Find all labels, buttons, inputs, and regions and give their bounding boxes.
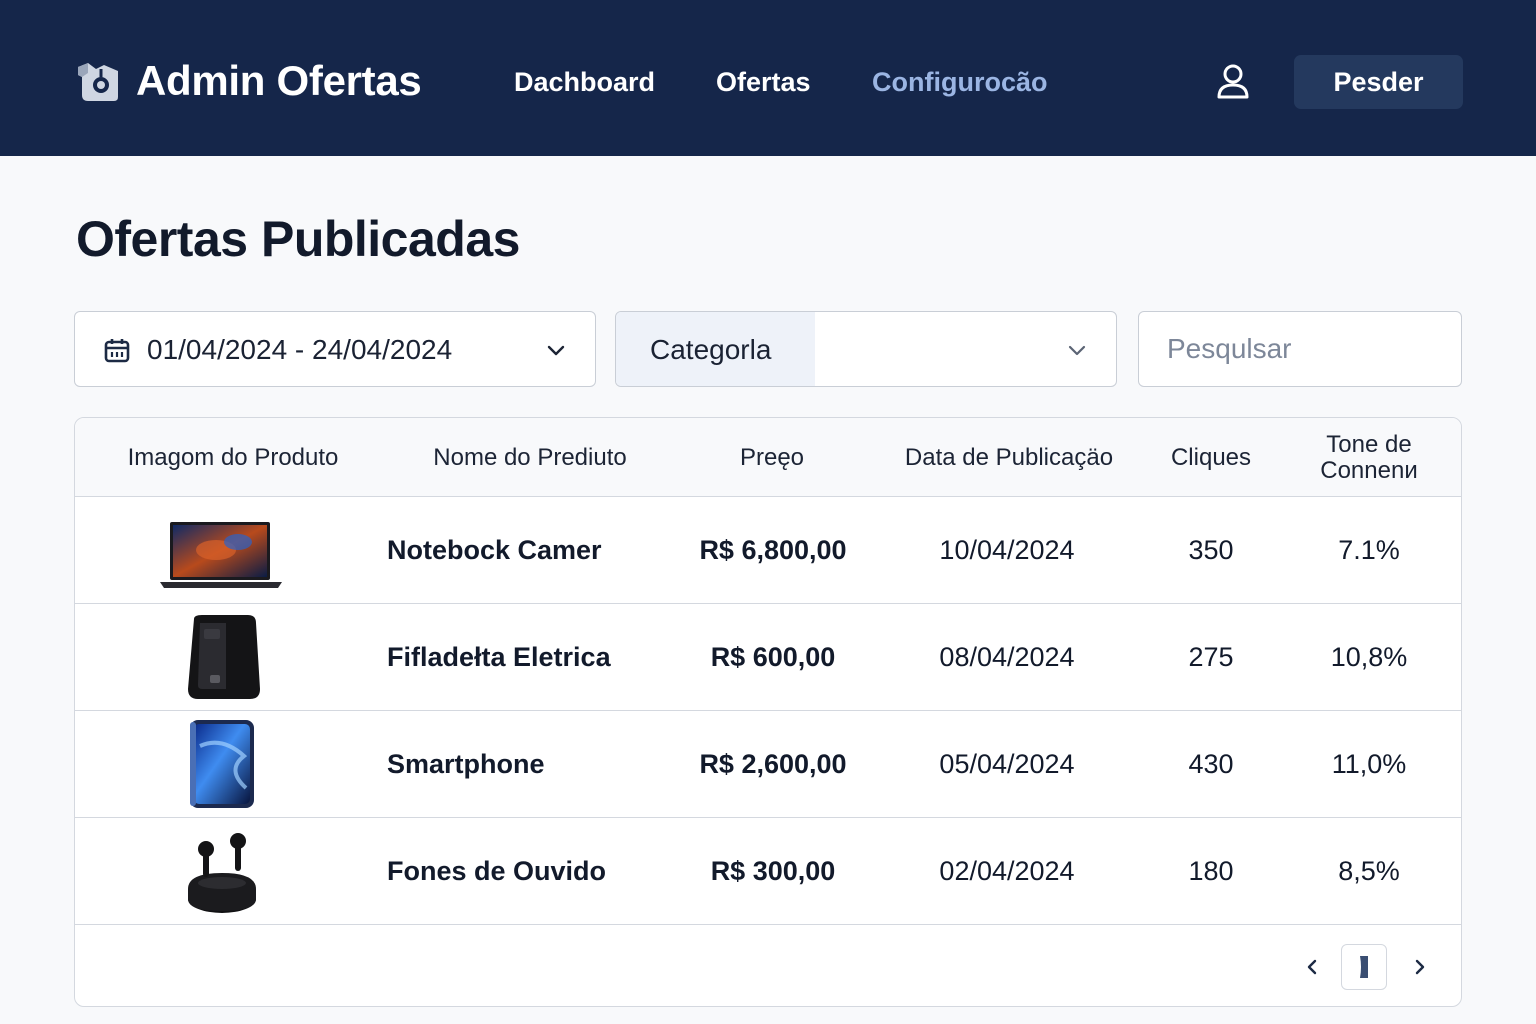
table-row[interactable]: Fifladełta Eletrica R$ 600,00 08/04/2024… (75, 604, 1461, 711)
product-price: R$ 2,600,00 (699, 748, 847, 779)
pagination-next-button[interactable] (1405, 944, 1435, 990)
product-image-cell (95, 711, 347, 817)
category-dropdown[interactable]: Categorla (615, 311, 1117, 387)
clicks-count: 350 (1188, 534, 1234, 565)
earbuds-image (188, 833, 256, 913)
column-header-date: Data de Publicaçäo (904, 443, 1114, 471)
column-header-clicks: Cliques (1170, 443, 1252, 471)
smartphone-image (190, 720, 254, 808)
product-image-cell (95, 818, 347, 924)
chevron-down-icon (547, 345, 565, 356)
product-name: Smartphone (387, 748, 545, 779)
product-image-cell (95, 604, 347, 710)
product-image-cell (95, 497, 347, 603)
nav-link-ofertas[interactable]: Ofertas (716, 62, 811, 102)
product-name: Fifladełta Eletrica (387, 641, 611, 672)
app-logo-icon (78, 63, 118, 101)
air-fryer-image (188, 615, 260, 699)
publication-date: 02/04/2024 (939, 855, 1075, 886)
nav-link-dashboard[interactable]: Dachboard (514, 62, 655, 102)
product-price: R$ 600,00 (710, 641, 836, 672)
column-header-name: Nome do Prediuto (433, 443, 627, 471)
chevron-left-icon (1307, 959, 1317, 975)
user-icon[interactable] (1212, 62, 1254, 100)
page-title: Ofertas Publicadas (76, 211, 520, 267)
offers-table: Imagom do Produto Nome do Prediuto Preęo… (74, 417, 1462, 1007)
top-navigation-bar: Admin Ofertas Dachboard Ofertas Configur… (0, 0, 1536, 156)
header-action-button[interactable]: Pesder (1294, 55, 1463, 109)
calendar-icon (104, 339, 130, 363)
conversion-rate: 10,8% (1330, 641, 1408, 672)
conversion-rate: 8,5% (1338, 855, 1400, 886)
conversion-rate: 7.1% (1338, 534, 1400, 565)
publication-date: 08/04/2024 (939, 641, 1075, 672)
page-indicator-icon (1360, 956, 1368, 978)
table-header: Imagom do Produto Nome do Prediuto Preęo… (75, 418, 1461, 497)
column-header-price: Preęo (739, 443, 805, 471)
nav-link-configuracao[interactable]: Configurocão (872, 62, 1048, 102)
product-name: Notebock Camer (387, 534, 602, 565)
search-field[interactable] (1138, 311, 1462, 387)
pagination-prev-button[interactable] (1297, 944, 1327, 990)
app-title: Admin Ofertas (136, 57, 422, 104)
pagination-current-page[interactable] (1341, 944, 1387, 990)
conversion-rate: 11,0% (1331, 748, 1407, 779)
product-price: R$ 300,00 (710, 855, 836, 886)
column-header-conversion: Tone de Connenи (1320, 430, 1418, 484)
product-price: R$ 6,800,00 (699, 534, 847, 565)
laptop-image (160, 522, 282, 588)
table-row[interactable]: Notebock Camer R$ 6,800,00 10/04/2024 35… (75, 497, 1461, 604)
category-label: Categorla (650, 334, 772, 365)
chevron-right-icon (1415, 959, 1425, 975)
publication-date: 10/04/2024 (939, 534, 1075, 565)
search-input[interactable] (1139, 312, 1461, 386)
column-header-image: Imagom do Produto (127, 443, 339, 471)
clicks-count: 430 (1188, 748, 1234, 779)
table-row[interactable]: Fones de Ouvido R$ 300,00 02/04/2024 180… (75, 818, 1461, 925)
date-range-value: 01/04/2024 - 24/04/2024 (147, 334, 453, 365)
brand[interactable]: Admin Ofertas (74, 56, 422, 106)
publication-date: 05/04/2024 (939, 748, 1075, 779)
chevron-down-icon (1068, 345, 1086, 356)
clicks-count: 180 (1188, 855, 1234, 886)
clicks-count: 275 (1188, 641, 1234, 672)
table-row[interactable]: Smartphone R$ 2,600,00 05/04/2024 430 11… (75, 711, 1461, 818)
product-name: Fones de Ouvido (387, 855, 607, 886)
date-range-dropdown[interactable]: 01/04/2024 - 24/04/2024 (74, 311, 596, 387)
